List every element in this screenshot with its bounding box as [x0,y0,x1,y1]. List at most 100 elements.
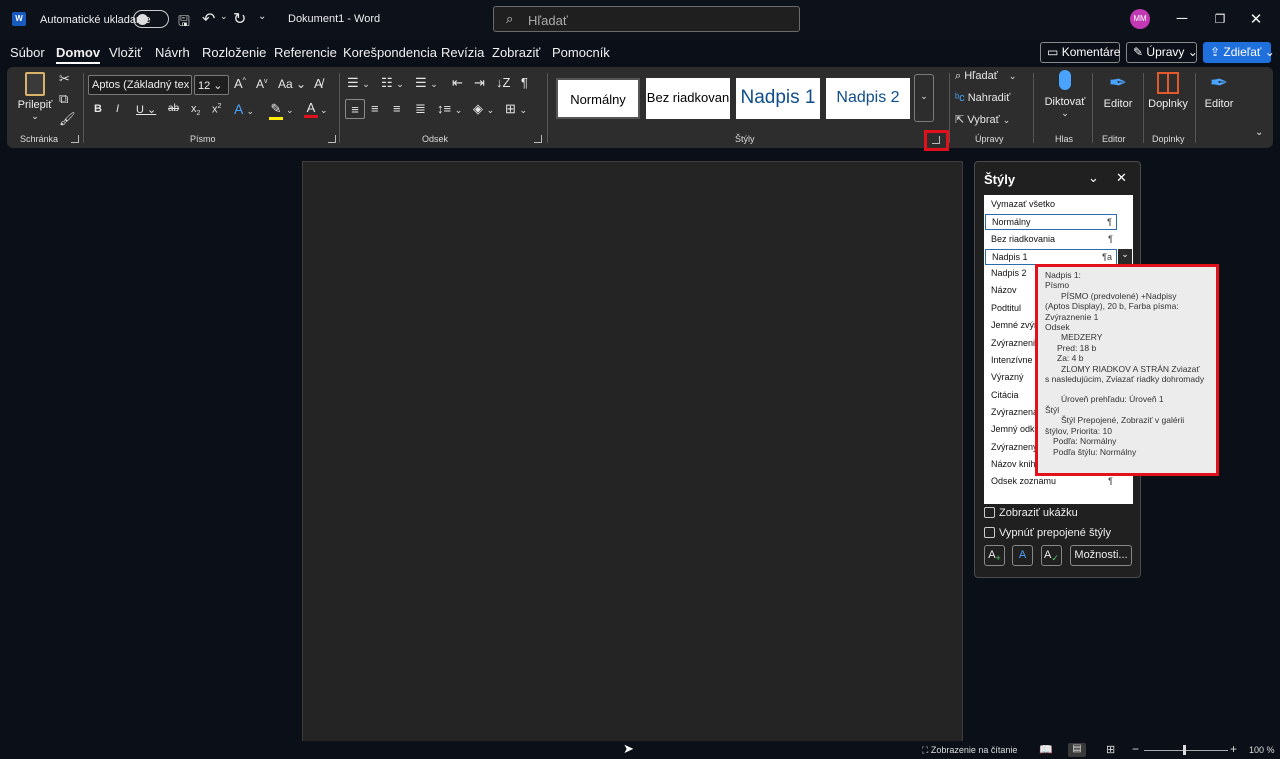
style-list-item[interactable]: Nadpis 1 ¶a [985,249,1117,265]
superscript-icon[interactable]: x2 [212,103,221,116]
style-list-item[interactable]: Vymazať všetko [985,197,1117,213]
font-launcher-icon[interactable] [328,135,336,143]
reading-mode-button[interactable]: ⛶ Zobrazenie na čítanie [922,745,1017,756]
new-style-icon[interactable]: A+ [984,545,1005,566]
comments-button[interactable]: ▭ Komentáre [1040,42,1120,63]
shading-icon[interactable]: ◈ ⌄ [473,101,494,117]
show-preview-checkbox[interactable] [984,507,995,518]
replace-button[interactable]: ᵇc Nahradiť [955,92,1010,104]
manage-styles-icon[interactable]: A✓ [1041,545,1062,566]
style-list-item[interactable]: Bez riadkovania ¶ [985,232,1117,248]
copy-icon[interactable]: ⧉ [59,91,68,107]
minimize-icon[interactable]: ─ [1172,10,1192,27]
sort-icon[interactable]: ↓Z [496,75,510,90]
tab-revizia[interactable]: Revízia [441,45,484,60]
editor-button[interactable]: ✒ Editor [1097,70,1139,110]
highlight-dropdown-icon[interactable]: ⌄ [286,105,294,116]
search-box[interactable]: ⌕ Hľadať [493,6,800,32]
italic-icon[interactable]: I [116,103,119,115]
tab-subor[interactable]: Súbor [10,45,45,60]
tab-navrh[interactable]: Návrh [155,45,190,60]
numbering-icon[interactable]: ☷ ⌄ [381,75,404,91]
paste-button[interactable]: Prilepiť ⌄ [17,72,53,122]
change-case-button[interactable]: Aa ⌄ [278,77,306,91]
dictate-button[interactable]: Diktovať ⌄ [1040,70,1090,119]
options-button[interactable]: Možnosti... [1070,545,1132,566]
editor2-button[interactable]: ✒ Editor [1198,70,1240,110]
line-spacing-icon[interactable]: ↕≡ ⌄ [437,101,462,116]
find-button[interactable]: ⌕ Hľadať ⌄ [955,70,1016,83]
tab-referencie[interactable]: Referencie [274,45,337,60]
print-layout-icon[interactable]: ▤ [1068,743,1086,757]
pane-options-chevron-icon[interactable]: ⌄ [1088,170,1099,186]
customize-qat-icon[interactable]: ⌄ [258,11,266,22]
editing-mode-button[interactable]: ✎ Úpravy ⌄ [1126,42,1198,63]
clipboard-launcher-icon[interactable] [71,135,79,143]
font-size-combo[interactable]: 12 ⌄ [194,75,229,95]
paragraph-launcher-icon[interactable] [534,135,542,143]
zoom-out-icon[interactable]: − [1132,742,1139,756]
align-left-icon[interactable]: ≡ [345,99,365,119]
web-layout-icon[interactable]: ⊞ [1106,743,1115,756]
close-window-icon[interactable]: ✕ [1246,10,1266,28]
undo-dropdown-icon[interactable]: ⌄ [220,11,228,22]
style-nadpis1[interactable]: Nadpis 1 [736,78,820,119]
style-item-dropdown-icon[interactable]: ⌄ [1118,249,1132,265]
save-icon[interactable]: 🖫 [178,11,190,35]
styles-more-icon[interactable]: ⌄ [914,74,934,122]
bold-icon[interactable]: B [94,103,102,115]
grow-font-icon[interactable]: A^ [234,76,246,91]
read-mode-icon[interactable]: 📖 [1039,743,1053,756]
ribbon-collapse-icon[interactable]: ⌄ [1255,127,1263,138]
font-color-icon[interactable]: A [304,100,318,118]
align-right-icon[interactable]: ≡ [393,101,401,116]
style-nadpis2[interactable]: Nadpis 2 [826,78,910,119]
style-normalny[interactable]: Normálny [556,78,640,119]
restore-icon[interactable]: ❐ [1210,12,1230,26]
align-center-icon[interactable]: ≡ [371,101,379,116]
tab-domov[interactable]: Domov [56,45,101,64]
style-list-item[interactable]: Normálny ¶ [985,214,1117,230]
shrink-font-icon[interactable]: Av [256,77,268,91]
zoom-level[interactable]: 100 % [1249,745,1275,755]
tab-rozlozenie[interactable]: Rozloženie [202,45,266,60]
select-button[interactable]: ⇱ Vybrať ⌄ [955,113,1010,126]
addins-button[interactable]: Doplnky [1147,70,1189,110]
font-color-dropdown-icon[interactable]: ⌄ [320,105,328,116]
style-list-item[interactable]: Odsek zoznamu ¶ [985,474,1117,490]
borders-icon[interactable]: ⊞ ⌄ [505,101,527,117]
pane-close-icon[interactable]: ✕ [1116,170,1127,186]
styles-launcher-icon[interactable] [932,136,940,144]
show-marks-icon[interactable]: ¶ [521,75,528,90]
style-inspector-icon[interactable]: A [1012,545,1033,566]
tab-zobrazit[interactable]: Zobraziť [492,45,540,60]
subscript-icon[interactable]: x2 [191,103,200,117]
zoom-slider[interactable] [1144,750,1228,751]
redo-icon[interactable]: ↻ [233,9,246,29]
zoom-slider-thumb[interactable] [1183,745,1186,755]
clear-formatting-icon[interactable]: A̸ [314,76,323,91]
disable-linked-checkbox[interactable] [984,527,995,538]
justify-icon[interactable]: ≣ [415,101,426,117]
share-button[interactable]: ⇪ Zdieľať ⌄ [1203,42,1275,63]
tab-korespondencia[interactable]: Korešpondencia [343,45,437,60]
text-effects-icon[interactable]: A ⌄ [234,101,254,117]
tab-vlozit[interactable]: Vložiť [109,45,142,60]
increase-indent-icon[interactable]: ⇥ [474,75,485,91]
format-painter-icon[interactable]: 🖌 [59,111,76,127]
tab-pomocnik[interactable]: Pomocník [552,45,610,60]
multilevel-list-icon[interactable]: ☰ ⌄ [415,75,438,91]
highlight-icon[interactable]: ✎ [269,101,283,120]
style-bez-riadkovania[interactable]: Bez riadkovan [646,78,730,119]
strikethrough-icon[interactable]: ab [168,103,179,114]
font-name-combo[interactable]: Aptos (Základný tex [88,75,192,95]
undo-icon[interactable]: ↶ [202,9,215,29]
cut-icon[interactable]: ✂ [59,71,70,87]
decrease-indent-icon[interactable]: ⇤ [452,75,463,91]
zoom-in-icon[interactable]: + [1230,742,1237,756]
underline-icon[interactable]: U ⌄ [136,103,156,116]
document-page[interactable] [302,161,963,759]
autosave-toggle[interactable] [133,10,169,28]
avatar[interactable]: MM [1130,9,1150,29]
bullets-icon[interactable]: ☰ ⌄ [347,75,370,91]
